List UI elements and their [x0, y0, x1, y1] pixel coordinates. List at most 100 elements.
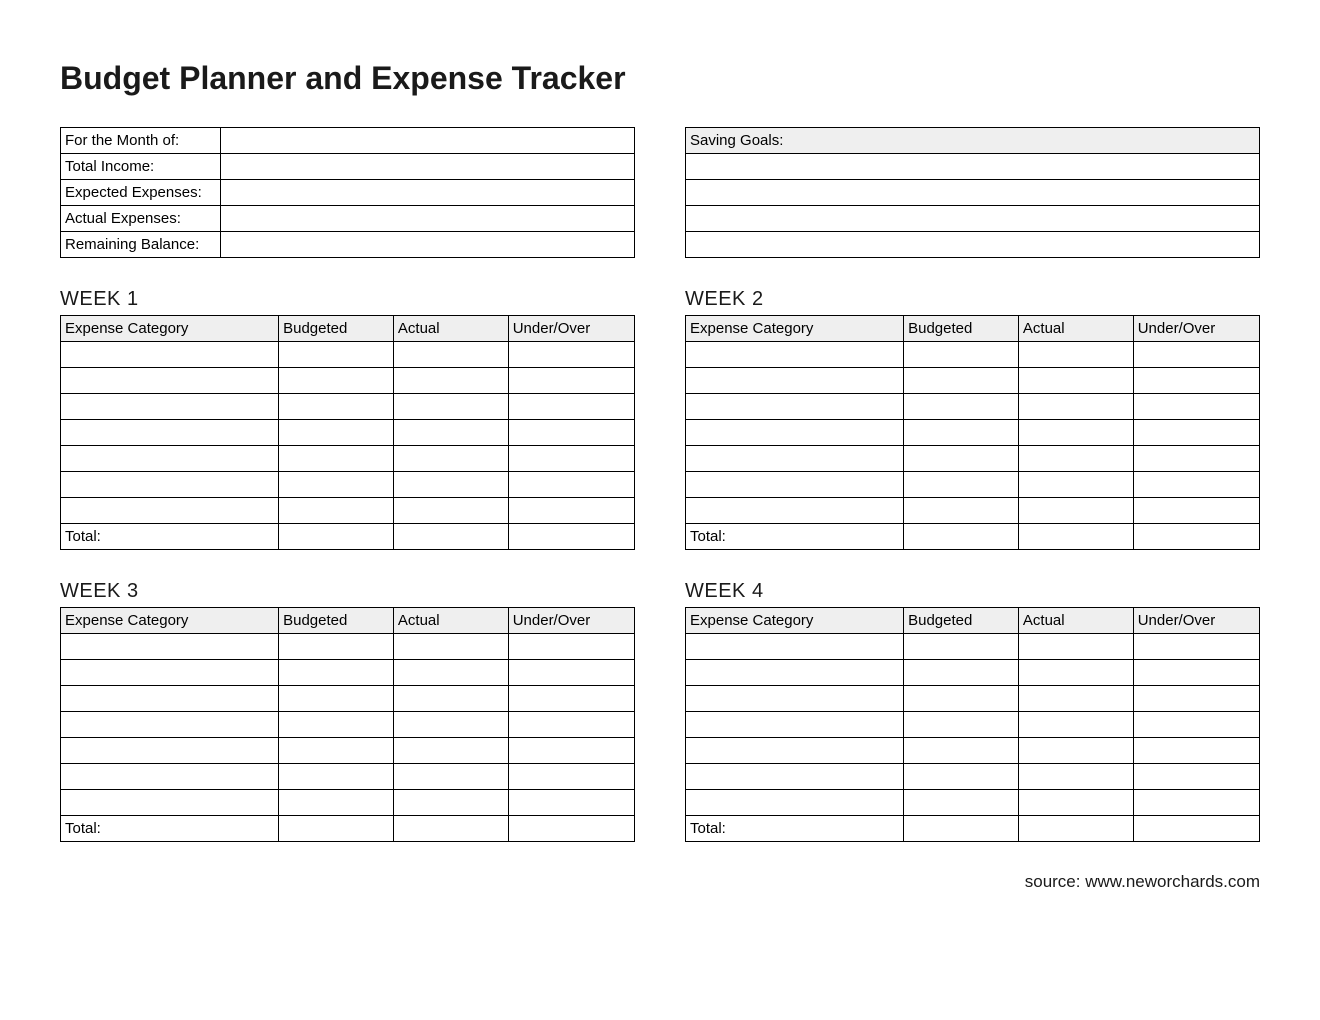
week-cell[interactable] [1018, 634, 1133, 660]
week-cell[interactable] [1018, 712, 1133, 738]
week-cell[interactable] [904, 342, 1019, 368]
week-cell[interactable] [686, 764, 904, 790]
week-cell[interactable] [508, 420, 634, 446]
week-cell[interactable] [393, 686, 508, 712]
week-cell[interactable] [1133, 790, 1259, 816]
week-cell[interactable] [1133, 420, 1259, 446]
week-cell[interactable] [508, 394, 634, 420]
week-cell[interactable] [508, 634, 634, 660]
goals-row[interactable] [686, 154, 1260, 180]
week-cell[interactable] [508, 738, 634, 764]
week-cell[interactable] [904, 368, 1019, 394]
week-cell[interactable] [904, 394, 1019, 420]
week-total-cell[interactable] [1018, 816, 1133, 842]
week-cell[interactable] [904, 498, 1019, 524]
week-cell[interactable] [904, 446, 1019, 472]
week-cell[interactable] [1133, 498, 1259, 524]
week-cell[interactable] [686, 420, 904, 446]
week-cell[interactable] [686, 790, 904, 816]
week-cell[interactable] [904, 738, 1019, 764]
week-total-cell[interactable] [1133, 816, 1259, 842]
week-cell[interactable] [1018, 686, 1133, 712]
week-cell[interactable] [61, 764, 279, 790]
week-cell[interactable] [393, 660, 508, 686]
week-cell[interactable] [279, 498, 394, 524]
week-cell[interactable] [1018, 498, 1133, 524]
week-cell[interactable] [1133, 712, 1259, 738]
week-cell[interactable] [393, 764, 508, 790]
week-cell[interactable] [61, 660, 279, 686]
week-cell[interactable] [508, 446, 634, 472]
week-cell[interactable] [686, 368, 904, 394]
week-cell[interactable] [393, 472, 508, 498]
week-cell[interactable] [279, 342, 394, 368]
summary-value[interactable] [221, 180, 635, 206]
week-cell[interactable] [393, 738, 508, 764]
week-cell[interactable] [686, 660, 904, 686]
week-cell[interactable] [1133, 394, 1259, 420]
week-cell[interactable] [393, 790, 508, 816]
week-cell[interactable] [904, 790, 1019, 816]
week-cell[interactable] [904, 420, 1019, 446]
week-cell[interactable] [508, 686, 634, 712]
week-cell[interactable] [61, 498, 279, 524]
week-cell[interactable] [1018, 660, 1133, 686]
week-cell[interactable] [61, 472, 279, 498]
week-cell[interactable] [686, 394, 904, 420]
week-cell[interactable] [904, 660, 1019, 686]
week-cell[interactable] [1133, 446, 1259, 472]
week-cell[interactable] [393, 420, 508, 446]
week-cell[interactable] [279, 472, 394, 498]
goals-row[interactable] [686, 180, 1260, 206]
week-total-cell[interactable] [393, 816, 508, 842]
week-cell[interactable] [1018, 394, 1133, 420]
week-cell[interactable] [279, 686, 394, 712]
week-cell[interactable] [686, 446, 904, 472]
week-cell[interactable] [1133, 634, 1259, 660]
week-cell[interactable] [61, 368, 279, 394]
week-total-cell[interactable] [508, 524, 634, 550]
week-total-cell[interactable] [279, 524, 394, 550]
summary-value[interactable] [221, 128, 635, 154]
week-cell[interactable] [279, 790, 394, 816]
week-total-cell[interactable] [508, 816, 634, 842]
week-cell[interactable] [61, 420, 279, 446]
week-cell[interactable] [686, 472, 904, 498]
week-cell[interactable] [61, 738, 279, 764]
week-cell[interactable] [61, 712, 279, 738]
week-total-cell[interactable] [1133, 524, 1259, 550]
week-cell[interactable] [61, 790, 279, 816]
week-cell[interactable] [1018, 738, 1133, 764]
week-total-cell[interactable] [904, 524, 1019, 550]
week-cell[interactable] [393, 634, 508, 660]
week-cell[interactable] [1018, 764, 1133, 790]
week-cell[interactable] [279, 764, 394, 790]
week-cell[interactable] [904, 764, 1019, 790]
summary-value[interactable] [221, 206, 635, 232]
week-cell[interactable] [1018, 368, 1133, 394]
week-cell[interactable] [904, 472, 1019, 498]
week-cell[interactable] [904, 712, 1019, 738]
week-cell[interactable] [61, 394, 279, 420]
week-cell[interactable] [1018, 790, 1133, 816]
week-cell[interactable] [279, 368, 394, 394]
week-cell[interactable] [393, 498, 508, 524]
week-cell[interactable] [1018, 420, 1133, 446]
week-cell[interactable] [393, 368, 508, 394]
week-cell[interactable] [1133, 686, 1259, 712]
week-cell[interactable] [904, 686, 1019, 712]
week-cell[interactable] [393, 394, 508, 420]
week-cell[interactable] [1133, 660, 1259, 686]
week-cell[interactable] [508, 712, 634, 738]
week-cell[interactable] [1133, 764, 1259, 790]
week-cell[interactable] [279, 634, 394, 660]
week-cell[interactable] [393, 712, 508, 738]
week-cell[interactable] [508, 660, 634, 686]
week-cell[interactable] [1133, 368, 1259, 394]
summary-value[interactable] [221, 232, 635, 258]
week-cell[interactable] [1018, 472, 1133, 498]
week-cell[interactable] [686, 738, 904, 764]
week-total-cell[interactable] [279, 816, 394, 842]
week-cell[interactable] [508, 764, 634, 790]
week-cell[interactable] [279, 738, 394, 764]
